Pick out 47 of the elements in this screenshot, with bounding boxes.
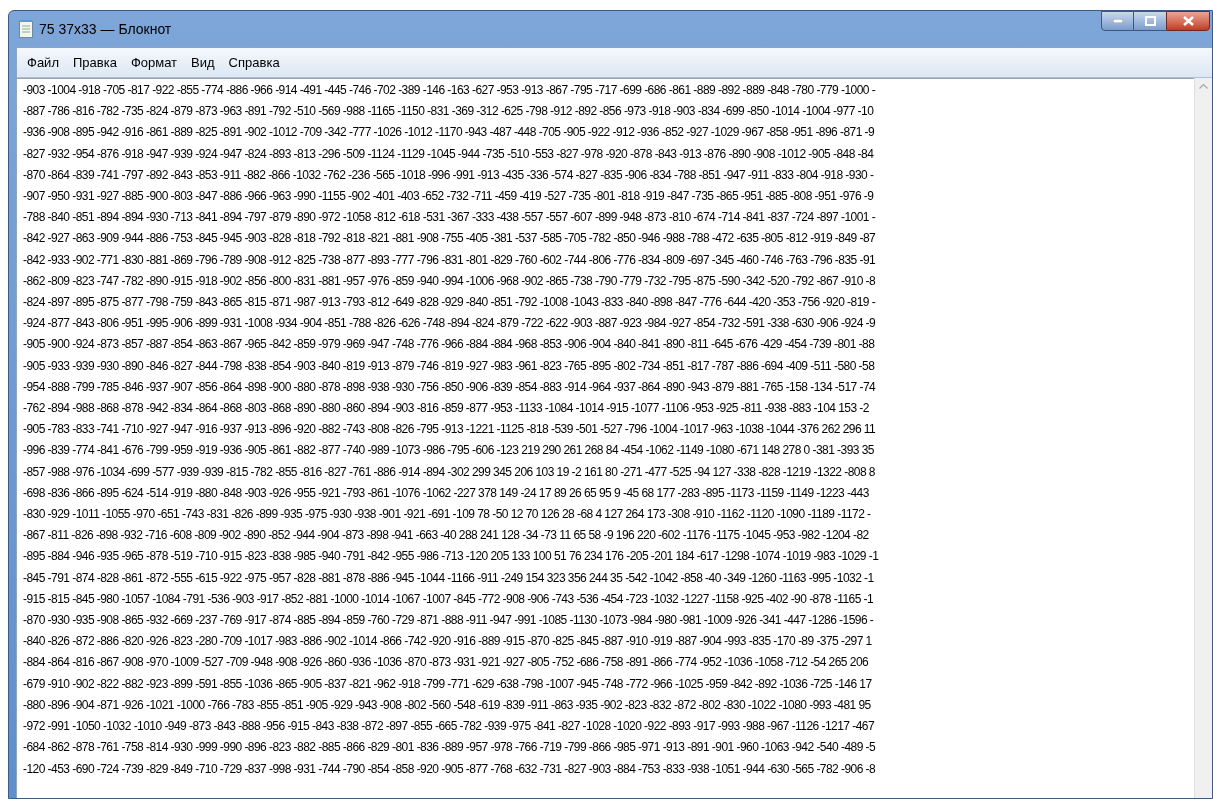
text-line: -915 -815 -845 -980 -1057 -1084 -791 -536 -903 -917 -852 -881 -1000 -1014 -1067 -1007 -845 -772 -908 -906 -743 -536 -454 -723 -1032 -1227 -1158 -925 -402 -90 -878 -1165 -1 [23, 590, 874, 608]
text-line: -862 -809 -823 -747 -782 -890 -915 -918 -902 -856 -800 -831 -881 -957 -976 -859 -940 -994 -1006 -968 -902 -865 -738 -790 -779 -732 -795 -875 -590 -342 -520 -792 -867 -910 -8 [23, 272, 876, 290]
text-line: -842 -933 -902 -771 -830 -881 -869 -796 -789 -908 -912 -825 -738 -877 -893 -777 -796 -831 -801 -829 -760 -602 -744 -806 -776 -834 -809 -697 -345 -460 -746 -763 -796 -835 -91 [23, 251, 876, 269]
maximize-button[interactable] [1134, 11, 1166, 31]
text-line: -870 -930 -935 -908 -865 -932 -669 -237 -769 -917 -874 -885 -894 -859 -760 -729 -871 -888 -911 -947 -991 -1085 -1130 -1073 -984 -980 -981 -1009 -926 -341 -447 -1286 -1596 - [23, 612, 874, 630]
text-line: -884 -864 -816 -867 -908 -970 -1009 -527 -709 -948 -908 -926 -860 -936 -1036 -870 -873 -931 -921 -927 -805 -752 -686 -758 -891 -866 -774 -952 -1036 -1058 -712 -54 265 206 [23, 654, 869, 672]
text-line: -830 -929 -1011 -1055 -970 -651 -743 -831 -826 -899 -935 -975 -930 -938 -901 -921 -691 -109 78 -50 12 70 126 28 -68 4 127 264 173 -308 -910 -1162 -1120 -1090 -1189 -1172 - [23, 506, 871, 524]
close-button[interactable] [1166, 11, 1210, 31]
text-line: -936 -908 -895 -942 -916 -861 -889 -825 -891 -902 -1012 -709 -342 -777 -1026 -1012 -1170 -943 -487 -448 -705 -905 -922 -912 -936 -852 -927 -1029 -967 -858 -951 -896 -871 -9 [23, 124, 875, 142]
text-line: -857 -988 -976 -1034 -699 -577 -939 -939 -815 -782 -855 -816 -827 -761 -886 -914 -894 -302 299 345 206 103 19 -2 161 80 -271 -477 -525 -94 127 -338 -828 -1219 -1322 -808 8 [23, 463, 875, 481]
notepad-icon [19, 20, 33, 38]
text-line: -907 -950 -931 -927 -885 -900 -803 -847 -886 -966 -963 -990 -1155 -902 -401 -403 -652 -732 -711 -459 -419 -527 -735 -801 -818 -919 -847 -735 -865 -951 -885 -808 -951 -976 -9 [23, 188, 874, 205]
close-icon [1182, 16, 1194, 26]
minimize-icon [1112, 19, 1123, 23]
text-line: -867 -811 -826 -898 -932 -716 -608 -809 -902 -890 -852 -944 -904 -873 -898 -941 -663 -40 288 241 128 -34 -73 11 65 58 -9 196 220 -602 -1176 -1175 -1045 -953 -982 -1204 -82 [23, 527, 869, 545]
text-line: -788 -840 -851 -894 -894 -930 -713 -841 -894 -797 -879 -890 -972 -1058 -812 -618 -531 -367 -333 -438 -557 -557 -607 -899 -948 -873 -810 -674 -714 -841 -837 -724 -897 -1001 - [23, 209, 876, 227]
text-line: -996 -839 -774 -841 -676 -799 -959 -919 -936 -905 -861 -882 -877 -740 -989 -1073 -986 -795 -606 -123 219 290 261 268 84 -454 -1062 -1149 -1080 -671 148 278 0 -381 -393 35 [23, 442, 874, 460]
text-line: -698 -836 -866 -895 -624 -514 -919 -880 -848 -903 -926 -955 -921 -793 -861 -1076 -1062 -227 378 149 -24 17 89 26 65 95 9 -45 68 177 -283 -895 -1173 -1159 -1149 -1223 -443 [23, 484, 869, 502]
text-line: -684 -862 -878 -761 -758 -814 -930 -999 -990 -896 -823 -882 -885 -866 -829 -801 -836 -889 -957 -978 -766 -719 -799 -866 -985 -971 -913 -891 -901 -960 -1063 -942 -540 -489 -5 [23, 739, 876, 757]
menu-item[interactable]: Справка [222, 52, 286, 73]
text-line: -679 -910 -902 -822 -882 -923 -899 -591 -855 -1036 -865 -905 -837 -821 -962 -918 -799 -771 -629 -638 -798 -1007 -945 -748 -772 -966 -1025 -959 -842 -892 -1036 -725 -146 17 [23, 675, 872, 693]
text-line: -827 -932 -954 -876 -918 -947 -939 -924 -947 -824 -893 -813 -296 -509 -1124 -1129 -1045 -944 -735 -510 -553 -827 -978 -920 -878 -843 -913 -876 -890 -908 -1012 -905 -848 -84 [23, 145, 874, 163]
text-line: -905 -783 -833 -741 -710 -927 -947 -916 -937 -913 -896 -920 -882 -743 -808 -826 -795 -913 -1221 -1125 -818 -539 -501 -527 -796 -1004 -1017 -963 -1038 -1044 -376 262 296 11 [23, 421, 876, 439]
maximize-icon [1144, 16, 1156, 26]
menu-item[interactable]: Вид [185, 52, 221, 73]
menu-item[interactable]: Правка [66, 52, 123, 73]
text-line: -842 -927 -863 -909 -944 -886 -753 -845 -945 -903 -828 -818 -792 -818 -821 -881 -908 -755 -405 -381 -537 -585 -705 -782 -850 -946 -988 -788 -472 -635 -805 -812 -919 -849 -87 [23, 230, 876, 248]
text-line: -895 -884 -946 -935 -965 -878 -519 -710 -915 -823 -838 -985 -940 -791 -842 -955 -986 -713 -120 205 133 100 51 76 234 176 -205 -201 184 -617 -1298 -1074 -1019 -983 -1029 -1 [23, 548, 879, 566]
text-line: -870 -864 -839 -741 -797 -892 -843 -853 -911 -882 -866 -1032 -762 -236 -565 -1018 -996 -991 -913 -435 -336 -574 -827 -835 -906 -834 -788 -851 -947 -911 -833 -804 -918 -930 - [23, 166, 874, 184]
text-line: -887 -786 -816 -782 -735 -824 -879 -873 -963 -891 -792 -510 -569 -988 -1165 -1150 -831 -369 -312 -625 -798 -912 -892 -856 -973 -918 -903 -834 -699 -850 -1014 -1004 -977 -10 [23, 103, 874, 121]
text-line: -120 -453 -690 -724 -739 -829 -849 -710 -729 -837 -998 -931 -744 -790 -854 -858 -920 -905 -877 -768 -632 -731 -827 -903 -884 -753 -833 -938 -1051 -944 -630 -565 -782 -906 -8 [23, 760, 876, 778]
menu-item[interactable]: Файл [21, 52, 65, 73]
text-line: -845 -791 -874 -828 -861 -872 -555 -615 -922 -975 -957 -828 -881 -878 -886 -945 -1044 -1166 -911 -249 154 323 356 244 35 -542 -1042 -858 -40 -349 -1260 -1163 -995 -1032 -1 [23, 569, 874, 587]
text-line: -924 -877 -843 -806 -951 -995 -906 -899 -931 -1008 -934 -904 -851 -788 -826 -626 -748 -894 -824 -879 -722 -622 -903 -887 -923 -984 -927 -854 -732 -591 -338 -630 -906 -924 -9 [23, 315, 876, 333]
text-line: -824 -897 -895 -875 -877 -798 -759 -843 -865 -815 -871 -987 -913 -793 -812 -649 -828 -929 -840 -851 -792 -1008 -1043 -833 -840 -898 -847 -776 -644 -420 -353 -756 -920 -819 - [23, 294, 876, 312]
text-line: -880 -896 -904 -871 -926 -1021 -1000 -766 -783 -855 -851 -905 -929 -943 -908 -802 -560 -548 -619 -839 -911 -863 -935 -902 -823 -832 -872 -802 -830 -1022 -1080 -993 -481 95 [23, 696, 871, 714]
text-line: -903 -1004 -918 -705 -817 -922 -855 -774 -886 -966 -914 -491 -445 -746 -702 -389 -146 -163 -627 -953 -913 -867 -795 -717 -699 -686 -861 -889 -892 -889 -848 -780 -779 -1000 - [23, 82, 876, 99]
text-line: -972 -991 -1050 -1032 -1010 -949 -873 -843 -888 -956 -915 -843 -838 -872 -897 -855 -665 -782 -939 -975 -841 -827 -1028 -1020 -922 -893 -917 -993 -988 -967 -1126 -1217 -467 [23, 718, 875, 736]
text-line: -954 -888 -799 -785 -846 -937 -907 -856 -864 -898 -900 -880 -878 -898 -938 -930 -756 -850 -906 -839 -854 -883 -914 -964 -937 -864 -890 -943 -879 -881 -765 -158 -134 -517 -74 [23, 378, 876, 396]
menu-item[interactable]: Формат [124, 52, 184, 73]
window-title: 75 37x33 — Блокнот [39, 19, 172, 39]
vertical-scrollbar[interactable] [1194, 78, 1212, 798]
text-line: -905 -900 -924 -873 -857 -887 -854 -863 -867 -965 -842 -859 -979 -969 -947 -748 -776 -966 -884 -884 -968 -853 -906 -904 -840 -841 -890 -811 -645 -676 -429 -454 -739 -801 -88 [23, 336, 875, 354]
minimize-button[interactable] [1101, 11, 1134, 31]
text-line: -762 -894 -988 -868 -878 -942 -834 -864 -868 -803 -868 -890 -880 -860 -894 -903 -816 -859 -877 -953 -1133 -1084 -1014 -915 -1077 -1106 -953 -925 -811 -938 -883 -104 153 -2 [23, 400, 869, 418]
text-line: -840 -826 -872 -886 -820 -926 -823 -280 -709 -1017 -983 -886 -902 -1014 -866 -742 -920 -916 -889 -915 -870 -825 -845 -887 -910 -919 -887 -904 -993 -835 -170 -89 -375 -297 1 [23, 633, 872, 651]
text-line: -905 -933 -939 -930 -890 -846 -827 -844 -798 -838 -854 -903 -840 -819 -913 -879 -746 -819 -927 -983 -961 -823 -765 -895 -802 -734 -851 -817 -787 -886 -694 -409 -511 -580 -58 [23, 357, 875, 375]
